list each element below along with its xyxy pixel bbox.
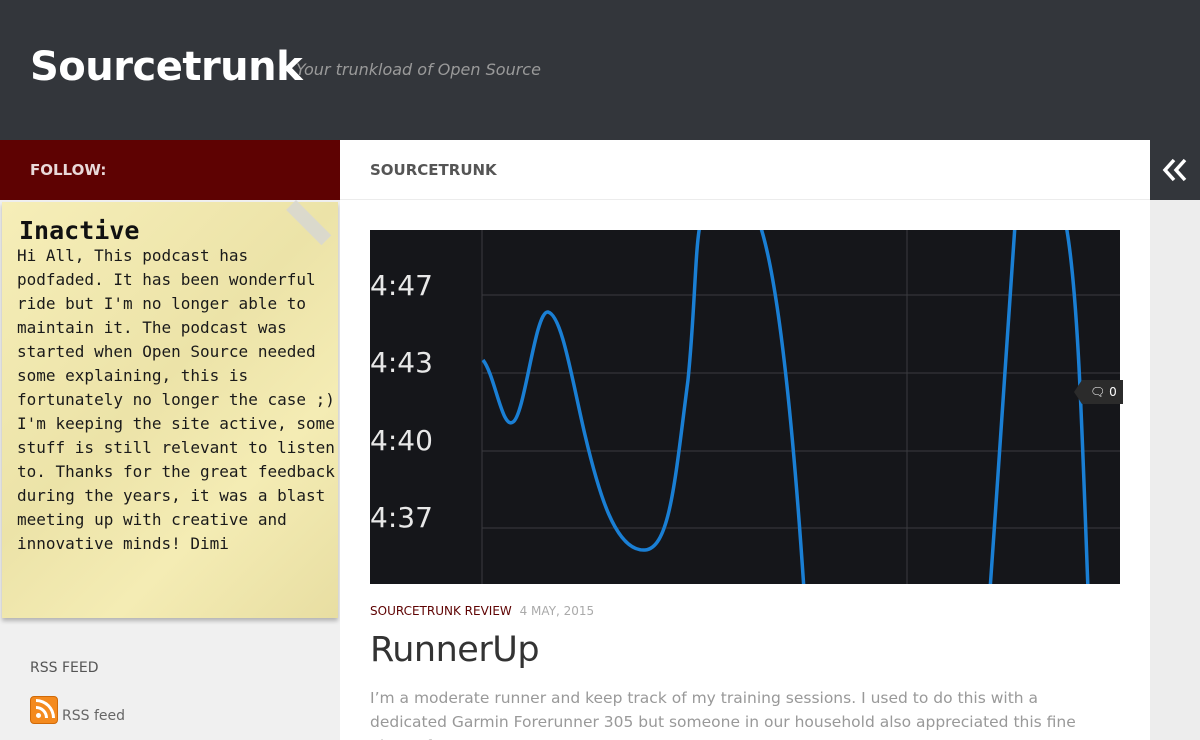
post-date: 4 MAY, 2015	[519, 604, 595, 618]
main-content: SOURCETRUNK 4:47 4:43 4:40 4:37 🗨 0 SOUR…	[340, 140, 1150, 740]
inactive-note: Inactive Hi All, This podcast has podfad…	[2, 202, 338, 618]
post-thumbnail[interactable]: 4:47 4:43 4:40 4:37	[370, 230, 1120, 584]
rss-feed-link[interactable]: RSS feed	[62, 708, 125, 724]
post-category-link[interactable]: SOURCETRUNK REVIEW	[370, 604, 512, 618]
comment-icon: 🗨	[1090, 385, 1106, 399]
comment-count: 0	[1109, 385, 1117, 399]
post-meta: SOURCETRUNK REVIEW 4 MAY, 2015	[370, 604, 594, 618]
double-chevron-left-icon	[1162, 158, 1187, 182]
sidebar: FOLLOW: Inactive Hi All, This podcast ha…	[0, 140, 340, 740]
sidebar-collapse-button[interactable]	[1150, 140, 1200, 200]
note-body: Hi All, This podcast has podfaded. It ha…	[17, 246, 335, 553]
site-header: Sourcetrunk Your trunkload of Open Sourc…	[0, 0, 1200, 140]
y-tick-label: 4:43	[370, 346, 433, 379]
y-tick-label: 4:47	[370, 269, 433, 302]
main-header: SOURCETRUNK	[340, 140, 1150, 200]
rss-icon[interactable]	[30, 696, 58, 724]
post-excerpt: I’m a moderate runner and keep track of …	[370, 689, 1076, 740]
y-tick-label: 4:40	[370, 424, 433, 457]
main-heading: SOURCETRUNK	[370, 161, 497, 179]
site-tagline: Your trunkload of Open Source	[296, 60, 541, 79]
follow-label: FOLLOW:	[30, 161, 107, 179]
follow-bar: FOLLOW:	[0, 140, 340, 200]
right-sidebar	[1150, 140, 1200, 740]
note-title: Inactive	[19, 216, 140, 245]
y-tick-label: 4:37	[370, 501, 433, 534]
site-title[interactable]: Sourcetrunk	[30, 44, 303, 90]
rss-heading: RSS FEED	[30, 660, 99, 676]
pace-graph-image: 4:47 4:43 4:40 4:37	[370, 230, 1120, 584]
post-title-link[interactable]: RunnerUp	[370, 630, 540, 670]
comment-count-badge[interactable]: 🗨 0	[1074, 380, 1123, 404]
